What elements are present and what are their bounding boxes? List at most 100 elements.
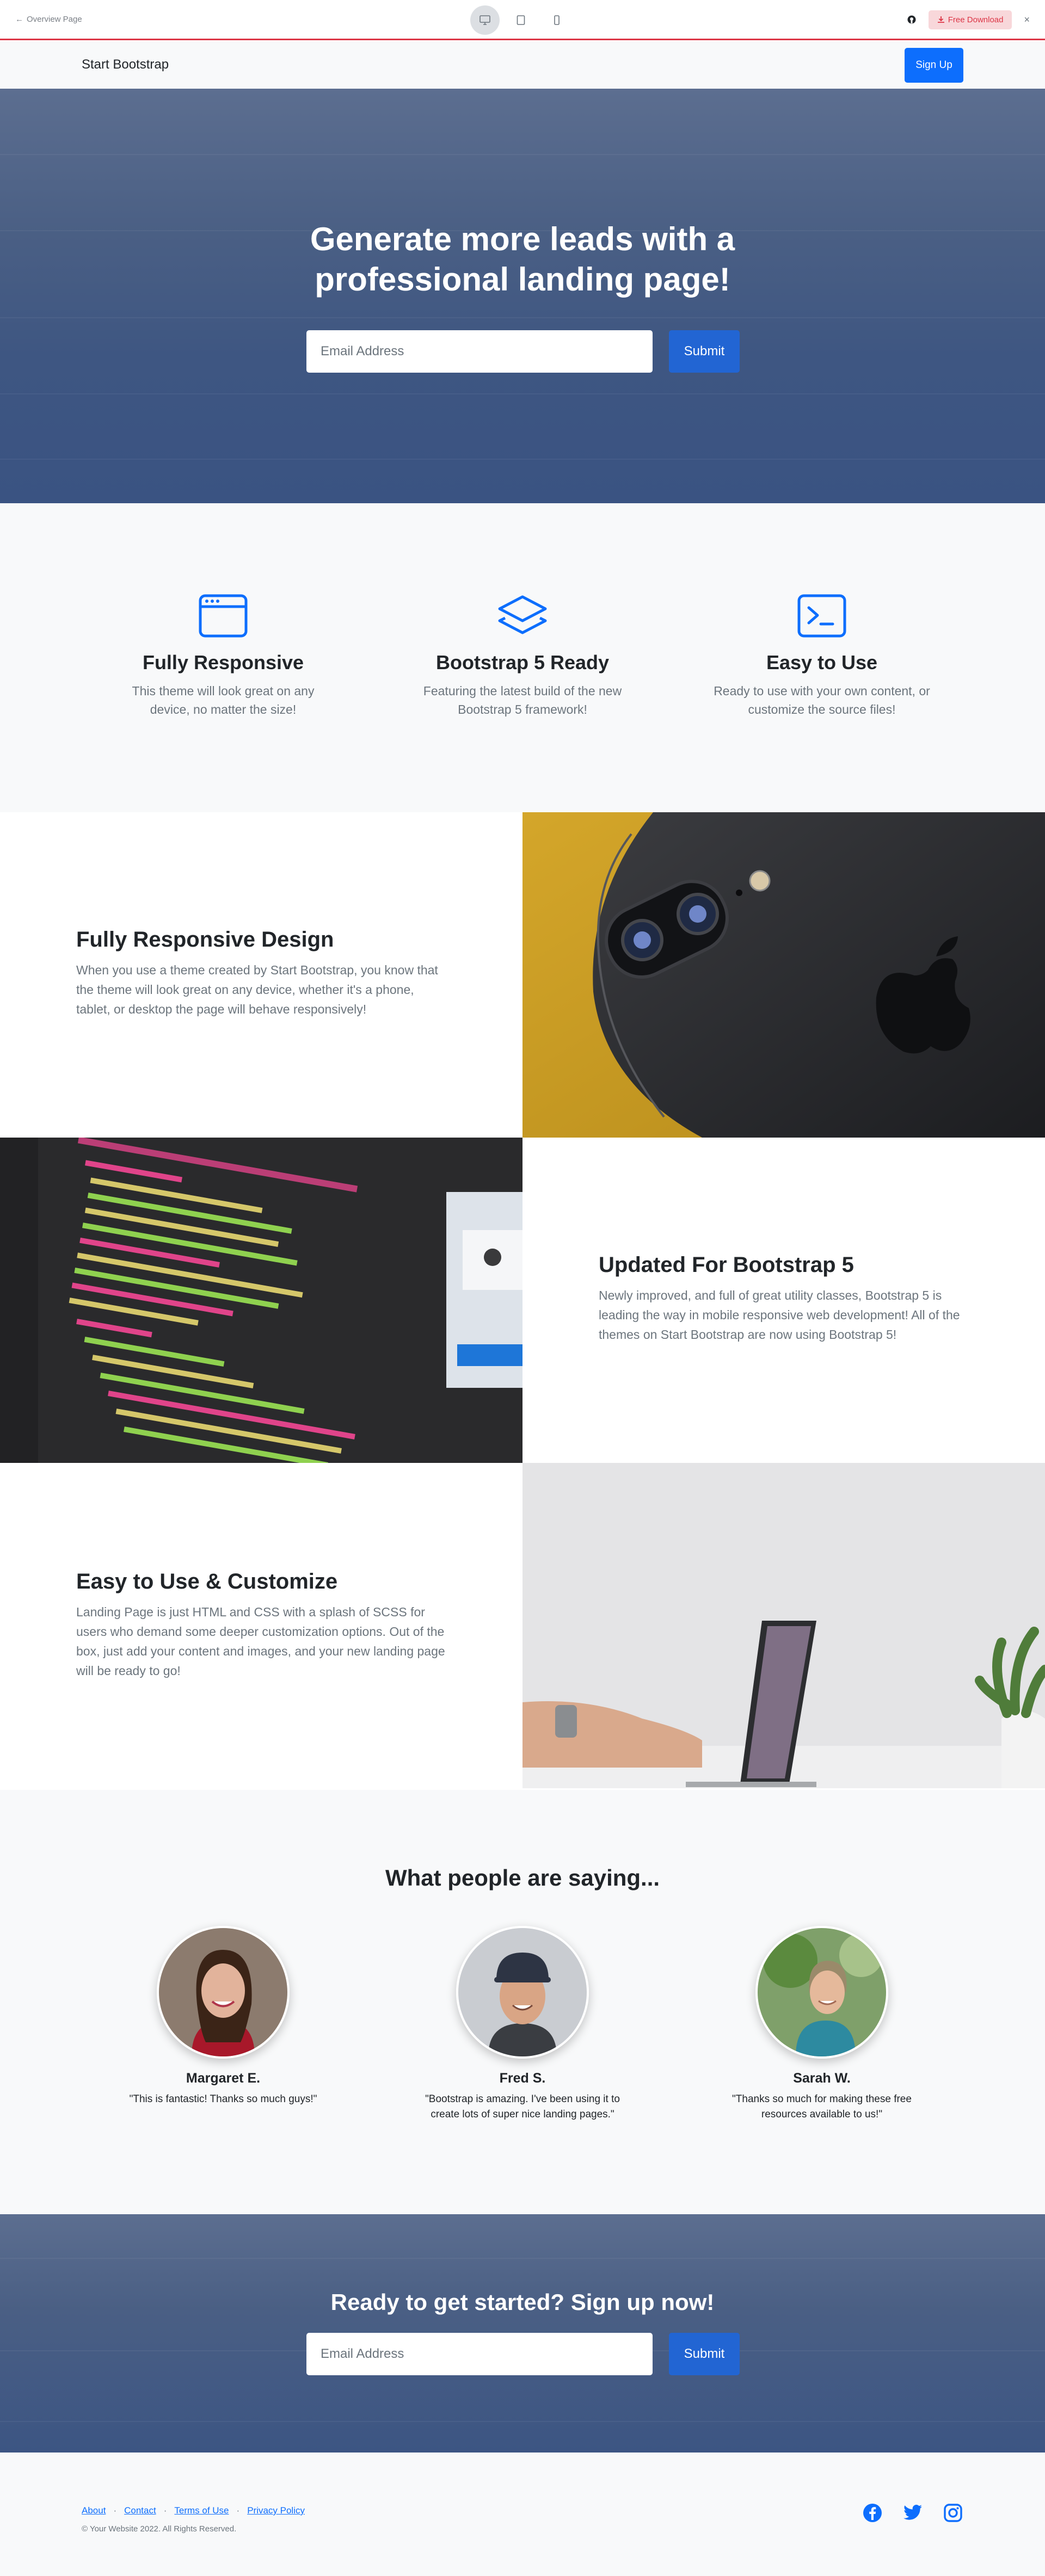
footer-separator: · <box>236 2505 240 2516</box>
mobile-icon <box>554 15 560 25</box>
showcase-image-code <box>0 1138 522 1463</box>
laptop-photo <box>522 1463 1045 1788</box>
email-input[interactable] <box>306 2333 653 2375</box>
free-download-button[interactable]: Free Download <box>928 10 1012 29</box>
preview-actions: Free Download × <box>907 10 1030 29</box>
footer-link-terms[interactable]: Terms of Use <box>174 2505 229 2516</box>
desktop-view-button[interactable] <box>470 5 500 35</box>
showcase-row: Fully Responsive Design When you use a t… <box>0 812 1045 1138</box>
instagram-icon <box>944 2504 962 2522</box>
footer: About · Contact · Terms of Use · Privacy… <box>0 2453 1045 2576</box>
mobile-view-button[interactable] <box>542 5 571 35</box>
showcase-description: Newly improved, and full of great utilit… <box>599 1288 960 1342</box>
layers-icon <box>497 592 548 639</box>
device-switcher <box>470 5 571 35</box>
tablet-view-button[interactable] <box>506 5 536 35</box>
showcase-row: Easy to Use & Customize Landing Page is … <box>0 1463 1045 1788</box>
footer-link-privacy[interactable]: Privacy Policy <box>247 2505 305 2516</box>
submit-button[interactable]: Submit <box>669 2333 740 2375</box>
overview-back-label: Overview Page <box>27 15 82 24</box>
feature-title: Bootstrap 5 Ready <box>435 651 610 674</box>
terminal-icon <box>797 592 847 639</box>
feature-title: Easy to Use <box>766 651 878 674</box>
feature-item: Fully Responsive This theme will look gr… <box>87 592 359 719</box>
twitter-icon <box>903 2505 922 2520</box>
showcase-text: Updated For Bootstrap 5 Newly improved, … <box>522 1138 1045 1463</box>
showcase-text: Easy to Use & Customize Landing Page is … <box>0 1463 522 1788</box>
testimonial-item: Sarah W. "Thanks so much for making thes… <box>713 1926 931 2122</box>
twitter-link[interactable] <box>902 2503 923 2523</box>
feature-text: Featuring the latest build of the new Bo… <box>423 684 622 716</box>
testimonials-section: What people are saying... Margaret E. "T… <box>0 1790 1045 2214</box>
footer-link-about[interactable]: About <box>82 2505 106 2516</box>
facebook-icon <box>863 2504 882 2522</box>
feature-text: This theme will look great on any device… <box>132 684 315 716</box>
overview-back-link[interactable]: ← Overview Page <box>15 15 82 24</box>
showcase-description: When you use a theme created by Start Bo… <box>76 963 438 1016</box>
water-ripple <box>0 2421 1045 2422</box>
showcase-row: Updated For Bootstrap 5 Newly improved, … <box>0 1138 1045 1463</box>
facebook-link[interactable] <box>862 2503 883 2523</box>
arrow-left-icon: ← <box>15 15 23 24</box>
testimonial-name: Fred S. <box>499 2071 546 2086</box>
showcase-image-laptop <box>522 1463 1045 1788</box>
avatar <box>157 1926 290 2059</box>
free-download-label: Free Download <box>948 15 1004 24</box>
testimonial-name: Sarah W. <box>793 2071 851 2086</box>
call-to-action: Ready to get started? Sign up now! Submi… <box>0 2214 1045 2453</box>
showcase-title: Fully Responsive Design <box>76 928 334 952</box>
footer-link-contact[interactable]: Contact <box>124 2505 156 2516</box>
feature-title: Fully Responsive <box>142 651 304 674</box>
water-ripple <box>0 154 1045 155</box>
feature-text: Ready to use with your own content, or c… <box>714 684 930 716</box>
testimonial-quote: "Bootstrap is amazing. I've been using i… <box>425 2093 620 2120</box>
email-input[interactable] <box>306 330 653 373</box>
footer-separator: · <box>113 2505 117 2516</box>
desktop-icon <box>480 15 490 25</box>
showcase-description: Landing Page is just HTML and CSS with a… <box>76 1605 445 1678</box>
instagram-link[interactable] <box>943 2503 963 2523</box>
cta-signup-form: Submit <box>306 2333 740 2375</box>
cta-heading: Ready to get started? Sign up now! <box>330 2289 715 2315</box>
copyright: © Your Website 2022. All Rights Reserved… <box>82 2524 237 2534</box>
social-links <box>862 2503 963 2523</box>
water-ripple <box>0 393 1045 394</box>
footer-links: About · Contact · Terms of Use · Privacy… <box>82 2505 305 2516</box>
sign-up-button[interactable]: Sign Up <box>905 48 963 83</box>
footer-separator: · <box>163 2505 167 2516</box>
tablet-icon <box>517 15 525 25</box>
water-ripple <box>0 317 1045 318</box>
feature-item: Bootstrap 5 Ready Featuring the latest b… <box>386 592 659 719</box>
water-ripple <box>0 459 1045 460</box>
avatar-fred <box>458 1928 587 2056</box>
masthead: Generate more leads with a professional … <box>0 89 1045 503</box>
water-ripple <box>0 2258 1045 2259</box>
submit-button[interactable]: Submit <box>669 330 740 373</box>
testimonial-item: Margaret E. "This is fantastic! Thanks s… <box>114 1926 332 2107</box>
github-icon <box>907 15 916 24</box>
navbar-brand[interactable]: Start Bootstrap <box>82 57 169 72</box>
showcase-title: Updated For Bootstrap 5 <box>599 1253 854 1277</box>
masthead-signup-form: Submit <box>306 330 740 373</box>
testimonials-heading: What people are saying... <box>385 1865 660 1891</box>
preview-toolbar: ← Overview Page Free Download × <box>0 0 1045 40</box>
github-link[interactable] <box>907 15 917 24</box>
code-photo <box>0 1138 522 1463</box>
avatar-sarah <box>758 1928 886 2056</box>
avatar <box>755 1926 888 2059</box>
masthead-heading: Generate more leads with a professional … <box>0 219 1045 300</box>
download-icon <box>937 16 944 23</box>
testimonial-quote: "Thanks so much for making these free re… <box>732 2093 912 2120</box>
masthead-heading-line-1: Generate more leads with a <box>310 221 735 257</box>
phone-photo <box>522 812 1045 1138</box>
close-icon[interactable]: × <box>1024 14 1030 26</box>
navbar: Start Bootstrap Sign Up <box>0 42 1045 89</box>
masthead-heading-line-2: professional landing page! <box>315 261 730 298</box>
testimonial-name: Margaret E. <box>186 2071 261 2086</box>
features-section: Fully Responsive This theme will look gr… <box>0 503 1045 812</box>
testimonial-quote: "This is fantastic! Thanks so much guys!… <box>129 2093 317 2105</box>
feature-item: Easy to Use Ready to use with your own c… <box>686 592 958 719</box>
showcase-image-phone <box>522 812 1045 1138</box>
showcase-text: Fully Responsive Design When you use a t… <box>0 812 522 1138</box>
avatar-margaret <box>159 1928 287 2056</box>
